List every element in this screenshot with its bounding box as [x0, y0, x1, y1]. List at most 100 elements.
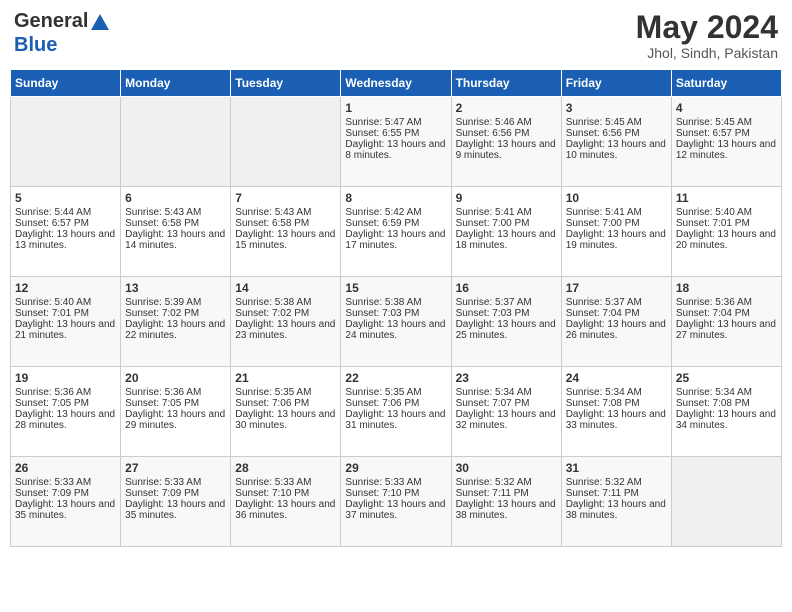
- month-year-title: May 2024: [636, 10, 778, 45]
- day-number: 2: [456, 101, 557, 115]
- day-number: 27: [125, 461, 226, 475]
- calendar-week-5: 26Sunrise: 5:33 AMSunset: 7:09 PMDayligh…: [11, 457, 782, 547]
- sunset-text: Sunset: 7:03 PM: [345, 308, 446, 319]
- calendar-cell: 24Sunrise: 5:34 AMSunset: 7:08 PMDayligh…: [561, 367, 671, 457]
- logo: General Blue: [14, 10, 112, 57]
- sunrise-text: Sunrise: 5:32 AM: [566, 477, 667, 488]
- page-header: General Blue May 2024 Jhol, Sindh, Pakis…: [10, 10, 782, 61]
- calendar-week-2: 5Sunrise: 5:44 AMSunset: 6:57 PMDaylight…: [11, 187, 782, 277]
- sunrise-text: Sunrise: 5:34 AM: [566, 387, 667, 398]
- weekday-header-friday: Friday: [561, 70, 671, 97]
- day-number: 11: [676, 191, 777, 205]
- sunrise-text: Sunrise: 5:38 AM: [345, 297, 446, 308]
- sunset-text: Sunset: 7:01 PM: [15, 308, 116, 319]
- title-section: May 2024 Jhol, Sindh, Pakistan: [636, 10, 778, 61]
- sunrise-text: Sunrise: 5:33 AM: [235, 477, 336, 488]
- daylight-text: Daylight: 13 hours and 20 minutes.: [676, 229, 777, 251]
- sunset-text: Sunset: 7:03 PM: [456, 308, 557, 319]
- sunset-text: Sunset: 6:58 PM: [235, 218, 336, 229]
- sunrise-text: Sunrise: 5:32 AM: [456, 477, 557, 488]
- sunset-text: Sunset: 6:55 PM: [345, 128, 446, 139]
- calendar-cell: 14Sunrise: 5:38 AMSunset: 7:02 PMDayligh…: [231, 277, 341, 367]
- daylight-text: Daylight: 13 hours and 31 minutes.: [345, 409, 446, 431]
- daylight-text: Daylight: 13 hours and 28 minutes.: [15, 409, 116, 431]
- daylight-text: Daylight: 13 hours and 26 minutes.: [566, 319, 667, 341]
- calendar-cell: 22Sunrise: 5:35 AMSunset: 7:06 PMDayligh…: [341, 367, 451, 457]
- sunrise-text: Sunrise: 5:46 AM: [456, 117, 557, 128]
- sunset-text: Sunset: 6:56 PM: [456, 128, 557, 139]
- daylight-text: Daylight: 13 hours and 34 minutes.: [676, 409, 777, 431]
- calendar-cell: 30 Sunrise: 5:32 AMSunset: 7:11 PMDayligh…: [451, 457, 561, 547]
- weekday-header-monday: Monday: [121, 70, 231, 97]
- calendar-cell: 7Sunrise: 5:43 AMSunset: 6:58 PMDaylight…: [231, 187, 341, 277]
- sunrise-text: Sunrise: 5:43 AM: [125, 207, 226, 218]
- daylight-text: Daylight: 13 hours and 13 minutes.: [15, 229, 116, 251]
- daylight-text: Daylight: 13 hours and 38 minutes.: [566, 499, 667, 521]
- calendar-cell: 4Sunrise: 5:45 AMSunset: 6:57 PMDaylight…: [671, 97, 781, 187]
- calendar-cell: 26Sunrise: 5:33 AMSunset: 7:09 PMDayligh…: [11, 457, 121, 547]
- sunset-text: Sunset: 7:09 PM: [125, 488, 226, 499]
- daylight-text: Daylight: 13 hours and 35 minutes.: [125, 499, 226, 521]
- daylight-text: Daylight: 13 hours and 33 minutes.: [566, 409, 667, 431]
- sunrise-text: Sunrise: 5:44 AM: [15, 207, 116, 218]
- calendar-cell: 18Sunrise: 5:36 AMSunset: 7:04 PMDayligh…: [671, 277, 781, 367]
- logo-general: General: [14, 10, 88, 32]
- sunrise-text: Sunrise: 5:45 AM: [566, 117, 667, 128]
- day-number: 31: [566, 461, 667, 475]
- calendar-cell: [231, 97, 341, 187]
- sunset-text: Sunset: 7:01 PM: [676, 218, 777, 229]
- day-number: 25: [676, 371, 777, 385]
- calendar-cell: 21Sunrise: 5:35 AMSunset: 7:06 PMDayligh…: [231, 367, 341, 457]
- daylight-text: Daylight: 13 hours and 24 minutes.: [345, 319, 446, 341]
- weekday-header-sunday: Sunday: [11, 70, 121, 97]
- daylight-text: Daylight: 13 hours and 22 minutes.: [125, 319, 226, 341]
- sunrise-text: Sunrise: 5:36 AM: [676, 297, 777, 308]
- weekday-header-tuesday: Tuesday: [231, 70, 341, 97]
- sunset-text: Sunset: 7:05 PM: [125, 398, 226, 409]
- sunrise-text: Sunrise: 5:35 AM: [345, 387, 446, 398]
- daylight-text: Daylight: 13 hours and 21 minutes.: [15, 319, 116, 341]
- day-number: 17: [566, 281, 667, 295]
- day-number: 8: [345, 191, 446, 205]
- calendar-cell: 10Sunrise: 5:41 AMSunset: 7:00 PMDayligh…: [561, 187, 671, 277]
- calendar-cell: 31Sunrise: 5:32 AMSunset: 7:11 PMDayligh…: [561, 457, 671, 547]
- daylight-text: Daylight: 13 hours and 36 minutes.: [235, 499, 336, 521]
- weekday-header-wednesday: Wednesday: [341, 70, 451, 97]
- sunrise-text: Sunrise: 5:35 AM: [235, 387, 336, 398]
- sunset-text: Sunset: 6:57 PM: [676, 128, 777, 139]
- daylight-text: Daylight: 13 hours and 23 minutes.: [235, 319, 336, 341]
- day-number: 30: [456, 461, 557, 475]
- daylight-text: Daylight: 13 hours and 9 minutes.: [456, 139, 557, 161]
- sunset-text: Sunset: 7:11 PM: [456, 488, 557, 499]
- sunrise-text: Sunrise: 5:33 AM: [125, 477, 226, 488]
- logo-text: General Blue: [14, 10, 112, 57]
- sunrise-text: Sunrise: 5:45 AM: [676, 117, 777, 128]
- daylight-text: Daylight: 13 hours and 30 minutes.: [235, 409, 336, 431]
- sunrise-text: Sunrise: 5:47 AM: [345, 117, 446, 128]
- daylight-text: Daylight: 13 hours and 37 minutes.: [345, 499, 446, 521]
- sunrise-text: Sunrise: 5:41 AM: [456, 207, 557, 218]
- day-number: 5: [15, 191, 116, 205]
- sunset-text: Sunset: 6:56 PM: [566, 128, 667, 139]
- sunrise-text: Sunrise: 5:42 AM: [345, 207, 446, 218]
- day-number: 1: [345, 101, 446, 115]
- calendar-week-1: 1 Sunrise: 5:47 AMSunset: 6:55 PM Daylight…: [11, 97, 782, 187]
- calendar-cell: 3Sunrise: 5:45 AMSunset: 6:56 PMDaylight…: [561, 97, 671, 187]
- calendar-cell: 12Sunrise: 5:40 AMSunset: 7:01 PMDayligh…: [11, 277, 121, 367]
- sunrise-text: Sunrise: 5:40 AM: [15, 297, 116, 308]
- day-number: 9: [456, 191, 557, 205]
- sunrise-text: Sunrise: 5:33 AM: [15, 477, 116, 488]
- day-number: 15: [345, 281, 446, 295]
- daylight-text: Daylight: 13 hours and 27 minutes.: [676, 319, 777, 341]
- sunset-text: Sunset: 7:08 PM: [566, 398, 667, 409]
- calendar-cell: 28Sunrise: 5:33 AMSunset: 7:10 PMDayligh…: [231, 457, 341, 547]
- day-number: 23: [456, 371, 557, 385]
- weekday-header-thursday: Thursday: [451, 70, 561, 97]
- day-number: 29: [345, 461, 446, 475]
- day-number: 28: [235, 461, 336, 475]
- daylight-text: Daylight: 13 hours and 38 minutes.: [456, 499, 557, 521]
- calendar-cell: 15 Sunrise: 5:38 AMSunset: 7:03 PMDayligh…: [341, 277, 451, 367]
- day-number: 7: [235, 191, 336, 205]
- calendar-cell: [671, 457, 781, 547]
- daylight-text: Daylight: 13 hours and 35 minutes.: [15, 499, 116, 521]
